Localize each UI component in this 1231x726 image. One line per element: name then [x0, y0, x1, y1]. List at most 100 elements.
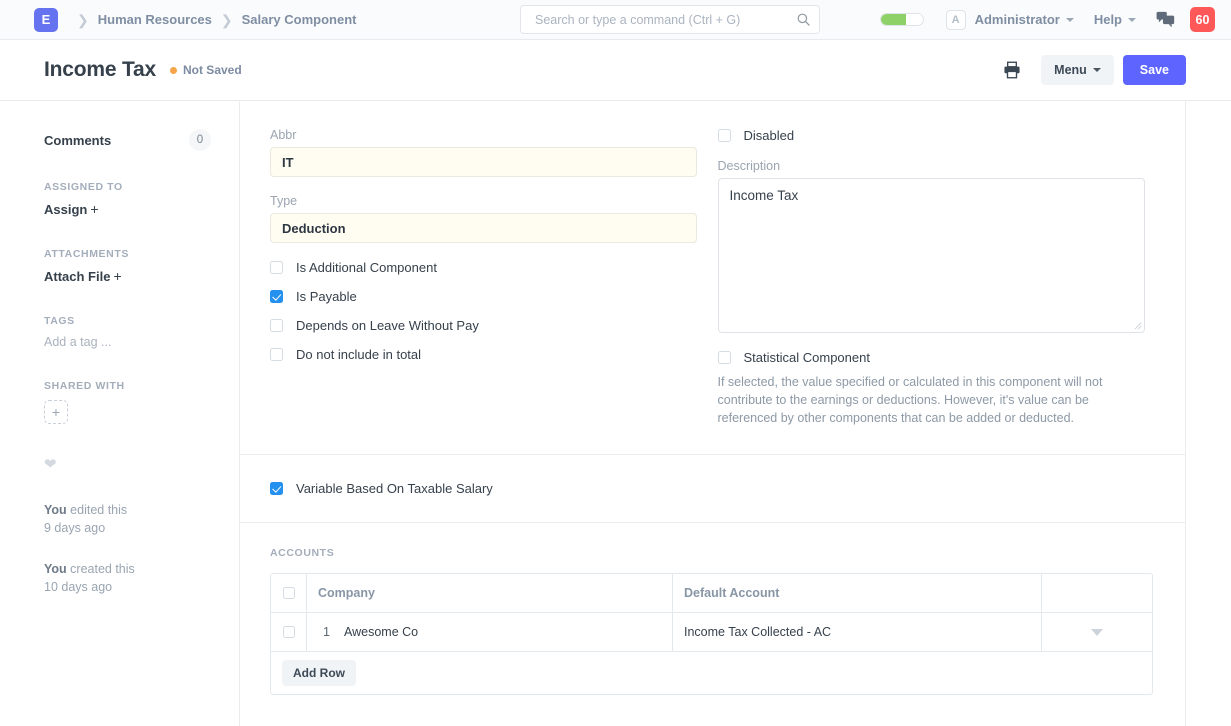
print-icon[interactable] [1003, 61, 1021, 79]
page-title: Income Tax [44, 58, 156, 82]
activity-time: 10 days ago [44, 580, 112, 594]
checkbox-box[interactable] [270, 261, 283, 274]
checkbox-box[interactable] [718, 129, 731, 142]
chevron-right-icon: ❯ [221, 13, 233, 27]
checkbox-label: Is Additional Component [296, 260, 437, 275]
resize-grip-icon[interactable] [1133, 321, 1142, 330]
menu-button[interactable]: Menu [1041, 55, 1114, 85]
statistical-component-help: If selected, the value specified or calc… [718, 373, 1138, 427]
assigned-to-heading: ASSIGNED TO [44, 181, 211, 193]
checkbox-label: Is Payable [296, 289, 357, 304]
checkbox-box[interactable] [270, 348, 283, 361]
tags-heading: TAGS [44, 315, 211, 327]
activity-time: 9 days ago [44, 521, 105, 535]
sidebar-comments[interactable]: Comments 0 [44, 129, 211, 151]
search-input[interactable] [533, 12, 796, 28]
column-header-default-account[interactable]: Default Account [673, 574, 1042, 612]
column-header-actions [1042, 574, 1152, 612]
activity-created: You created this 10 days ago [44, 561, 211, 596]
cell-default-account[interactable]: Income Tax Collected - AC [673, 613, 1042, 651]
row-select-cell[interactable] [271, 613, 307, 651]
row-index: 1 [323, 625, 330, 639]
row-checkbox[interactable] [283, 626, 295, 638]
type-field[interactable]: Deduction [270, 213, 697, 243]
status-dot-icon [170, 67, 177, 74]
navbar-right-tools: A Administrator Help 60 [880, 7, 1215, 32]
progress-indicator[interactable] [880, 13, 924, 26]
breadcrumb-item-human-resources[interactable]: Human Resources [98, 12, 212, 27]
help-menu-label: Help [1094, 12, 1122, 27]
activity-edited: You edited this 9 days ago [44, 502, 211, 537]
table-row[interactable]: 1 Awesome Co Income Tax Collected - AC [271, 613, 1152, 652]
section-variable: Variable Based On Taxable Salary [240, 455, 1185, 523]
shared-with-heading: SHARED WITH [44, 380, 211, 392]
app-logo[interactable]: E [34, 8, 58, 32]
form-sidebar: Comments 0 ASSIGNED TO Assign+ ATTACHMEN… [0, 101, 240, 726]
notification-badge[interactable]: 60 [1190, 7, 1215, 32]
row-index-cell: 1 [307, 613, 344, 651]
checkbox-label: Statistical Component [744, 350, 870, 365]
checkbox-statistical-component[interactable]: Statistical Component [718, 350, 1154, 365]
abbr-field[interactable]: IT [270, 147, 697, 177]
comments-count: 0 [189, 129, 211, 151]
add-share-button[interactable]: + [44, 400, 68, 424]
table-footer: Add Row [271, 652, 1152, 694]
type-label: Type [270, 194, 684, 208]
checkbox-variable-based-on-taxable-salary[interactable]: Variable Based On Taxable Salary [270, 481, 1153, 496]
description-textarea[interactable]: Income Tax [718, 178, 1145, 333]
checkbox-is-additional-component[interactable]: Is Additional Component [270, 260, 684, 275]
checkbox-label: Disabled [744, 128, 795, 143]
status-label: Not Saved [183, 63, 242, 77]
row-expand-cell[interactable] [1042, 613, 1152, 651]
checkbox-box[interactable] [270, 482, 283, 495]
attach-file-label: Attach File [44, 269, 110, 284]
checkbox-depends-on-leave-without-pay[interactable]: Depends on Leave Without Pay [270, 318, 684, 333]
search-icon [796, 12, 811, 27]
checkbox-box[interactable] [718, 351, 731, 364]
add-tag-input[interactable]: Add a tag ... [44, 335, 211, 349]
user-menu-label: Administrator [975, 12, 1060, 27]
details-right-column: Disabled Description Income Tax [712, 128, 1154, 427]
chevron-down-icon [1066, 18, 1074, 22]
cell-company[interactable]: Awesome Co [344, 613, 673, 651]
select-all-checkbox[interactable] [283, 587, 295, 599]
sidebar-attachments: ATTACHMENTS Attach File+ [44, 248, 211, 284]
chevron-down-icon [1093, 68, 1101, 72]
breadcrumb: ❯ Human Resources ❯ Salary Component [68, 12, 356, 27]
user-menu[interactable]: A Administrator [946, 10, 1074, 30]
checkbox-disabled[interactable]: Disabled [718, 128, 1154, 143]
details-left-column: Abbr IT Type Deduction Is Additional Com… [270, 128, 712, 427]
save-button[interactable]: Save [1123, 55, 1186, 85]
assign-label: Assign [44, 202, 87, 217]
chevron-down-icon [1128, 18, 1136, 22]
description-label: Description [718, 159, 1154, 173]
chevron-right-icon: ❯ [77, 13, 89, 27]
app-page: E ❯ Human Resources ❯ Salary Component A… [0, 0, 1231, 726]
add-row-button[interactable]: Add Row [282, 660, 356, 686]
search-bar[interactable] [520, 5, 820, 34]
section-accounts: ACCOUNTS Company Default Account [240, 523, 1185, 722]
checkbox-label: Variable Based On Taxable Salary [296, 481, 493, 496]
right-gutter [1186, 101, 1231, 726]
checkbox-label: Depends on Leave Without Pay [296, 318, 479, 333]
checkbox-box[interactable] [270, 319, 283, 332]
sidebar-assigned-to: ASSIGNED TO Assign+ [44, 181, 211, 217]
activity-text: created this [67, 562, 135, 576]
abbr-label: Abbr [270, 128, 684, 142]
breadcrumb-item-salary-component[interactable]: Salary Component [242, 12, 357, 27]
chevron-down-icon[interactable] [1091, 629, 1103, 636]
assign-button[interactable]: Assign+ [44, 201, 211, 217]
document-titlebar: Income Tax Not Saved Menu Save [0, 40, 1231, 101]
help-menu[interactable]: Help [1094, 12, 1136, 27]
like-heart-icon[interactable]: ❤ [44, 455, 211, 473]
column-header-company[interactable]: Company [307, 574, 673, 612]
activity-actor: You [44, 503, 67, 517]
chat-icon[interactable] [1156, 11, 1175, 28]
checkbox-box[interactable] [270, 290, 283, 303]
attach-file-button[interactable]: Attach File+ [44, 268, 211, 284]
checkbox-is-payable[interactable]: Is Payable [270, 289, 684, 304]
form-content: Abbr IT Type Deduction Is Additional Com… [240, 101, 1186, 726]
checkbox-do-not-include-in-total[interactable]: Do not include in total [270, 347, 684, 362]
description-value: Income Tax [730, 188, 799, 203]
select-all-cell[interactable] [271, 574, 307, 612]
